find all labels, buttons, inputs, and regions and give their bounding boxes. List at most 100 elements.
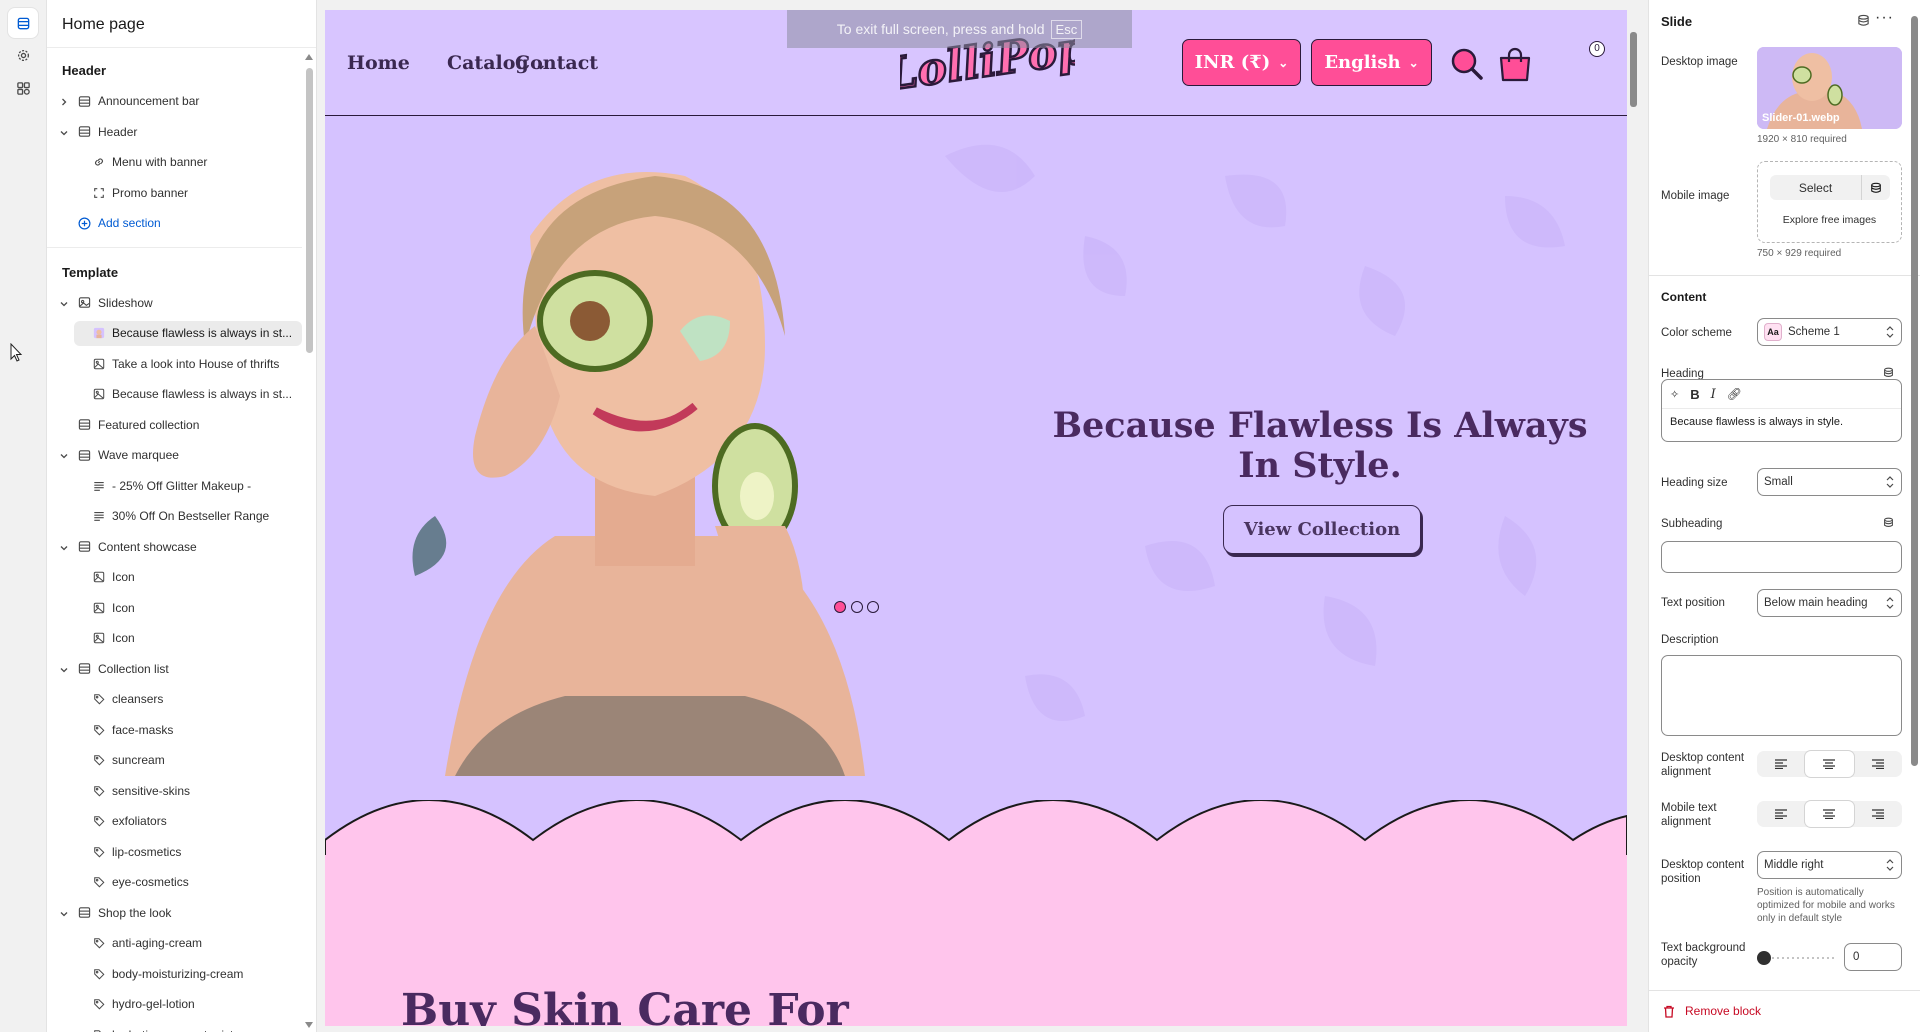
currency-selector[interactable]: INR (₹) ⌄	[1182, 39, 1301, 86]
sections-scrollbar[interactable]	[304, 48, 314, 1032]
sections-icon[interactable]	[8, 8, 38, 38]
tree-item[interactable]: suncream	[47, 745, 302, 776]
align-right-icon[interactable]	[1854, 751, 1902, 777]
view-collection-button[interactable]: View Collection	[1223, 505, 1421, 554]
slider-handle[interactable]	[1757, 951, 1771, 965]
tree-item[interactable]: hydrating-coconut-mist	[47, 1020, 302, 1032]
heading-text[interactable]: Because flawless is always in style.	[1662, 409, 1901, 435]
tree-item[interactable]: exfoliators	[47, 806, 302, 837]
chevron-down-icon[interactable]	[59, 127, 69, 137]
chevron-down-icon[interactable]	[59, 450, 69, 460]
text-position-select[interactable]: Below main heading	[1757, 589, 1902, 617]
scrollbar-thumb[interactable]	[1630, 32, 1637, 107]
chevron-down-icon[interactable]	[59, 908, 69, 918]
magic-icon[interactable]: ✧	[1670, 388, 1679, 401]
slide-dot[interactable]	[867, 601, 879, 613]
align-right-icon[interactable]	[1854, 801, 1902, 827]
italic-icon[interactable]: I	[1711, 387, 1716, 402]
scroll-down-arrow[interactable]	[305, 1022, 313, 1028]
slide-dot[interactable]	[850, 601, 863, 613]
language-value: English	[1324, 52, 1401, 73]
tree-item[interactable]: Icon	[47, 623, 302, 654]
scrollbar-thumb[interactable]	[306, 68, 313, 353]
desktop-image-picker[interactable]: Slider-01.webp	[1757, 47, 1902, 129]
heading-editor[interactable]: ✧ B I 🔗︎ Because flawless is always in s…	[1661, 379, 1902, 442]
tree-item[interactable]: Promo banner	[47, 178, 302, 209]
tree-item[interactable]: Wave marquee	[47, 440, 302, 471]
tree-item[interactable]: Collection list	[47, 654, 302, 685]
apps-icon[interactable]	[8, 73, 38, 103]
tree-item-label: Promo banner	[112, 185, 189, 200]
preview-scrollbar[interactable]	[1627, 10, 1640, 1026]
mobile-alignment-label: Mobile text alignment	[1661, 802, 1717, 828]
tree-item[interactable]: sensitive-skins	[47, 776, 302, 807]
tree-item-label: Wave marquee	[98, 448, 179, 463]
select-image-button[interactable]: Select	[1770, 175, 1890, 200]
bg-opacity-slider[interactable]	[1757, 951, 1837, 965]
bold-icon[interactable]: B	[1690, 387, 1699, 402]
bg-opacity-input[interactable]: 0	[1844, 943, 1902, 971]
tree-item[interactable]: face-masks	[47, 715, 302, 746]
color-scheme-select[interactable]: Aa Scheme 1	[1757, 318, 1902, 346]
subheading-input[interactable]	[1661, 541, 1902, 573]
tree-item[interactable]: Shop the look	[47, 898, 302, 929]
tree-item-label: anti-aging-cream	[112, 936, 203, 951]
tree-item-label: lip-cosmetics	[112, 844, 182, 859]
tree-item[interactable]: - 25% Off Glitter Makeup -	[47, 471, 302, 502]
more-options-icon[interactable]: ···	[1875, 9, 1894, 27]
tree-item[interactable]: cleansers	[47, 684, 302, 715]
scrollbar-thumb[interactable]	[1911, 16, 1918, 766]
tree-item[interactable]: anti-aging-cream	[47, 928, 302, 959]
tree-item[interactable]: Menu with banner	[47, 147, 302, 178]
explore-free-images-link[interactable]: Explore free images	[1758, 214, 1901, 226]
text-position-value: Below main heading	[1764, 597, 1868, 609]
database-icon[interactable]	[1883, 367, 1894, 378]
tree-item[interactable]: Slideshow	[47, 288, 302, 319]
desktop-image-hint: 1920 × 810 required	[1757, 134, 1847, 145]
tree-item[interactable]: Icon	[47, 593, 302, 624]
nav-contact-link[interactable]: Contact	[515, 52, 598, 74]
tree-item[interactable]: hydro-gel-lotion	[47, 989, 302, 1020]
tree-item[interactable]: Because flawless is always in st...	[47, 379, 302, 410]
align-left-icon[interactable]	[1757, 801, 1805, 827]
tree-item[interactable]: Announcement bar	[47, 86, 302, 117]
settings-scrollbar[interactable]	[1908, 0, 1920, 990]
scroll-up-arrow[interactable]	[305, 54, 313, 60]
chevron-down-icon[interactable]	[59, 542, 69, 552]
add-section-button[interactable]: Add section	[47, 208, 302, 239]
tree-item[interactable]: Because flawless is always in st...	[47, 318, 302, 349]
tree-item[interactable]: Featured collection	[47, 410, 302, 441]
remove-block-button[interactable]: Remove block	[1663, 1004, 1761, 1018]
database-icon[interactable]	[1862, 175, 1890, 200]
align-center-icon[interactable]	[1805, 801, 1854, 827]
heading-size-select[interactable]: Small	[1757, 468, 1902, 496]
tree-item[interactable]: Take a look into House of thrifts	[47, 349, 302, 380]
align-center-icon[interactable]	[1805, 751, 1854, 777]
chevron-down-icon[interactable]	[59, 298, 69, 308]
theme-settings-gear-icon[interactable]	[8, 40, 38, 70]
database-icon[interactable]	[1857, 14, 1870, 27]
tree-item[interactable]: Content showcase	[47, 532, 302, 563]
tree-item[interactable]: lip-cosmetics	[47, 837, 302, 868]
nav-home-link[interactable]: Home	[347, 52, 410, 74]
divider	[47, 246, 302, 248]
chevron-right-icon[interactable]	[59, 96, 69, 106]
description-input[interactable]	[1661, 655, 1902, 736]
tree-item[interactable]: eye-cosmetics	[47, 867, 302, 898]
tree-item[interactable]: Icon	[47, 562, 302, 593]
tree-item[interactable]: 30% Off On Bestseller Range	[47, 501, 302, 532]
chevron-down-icon[interactable]	[59, 664, 69, 674]
slide-dot[interactable]	[834, 601, 846, 613]
desktop-position-select[interactable]: Middle right	[1757, 851, 1902, 879]
database-icon[interactable]	[1883, 517, 1894, 528]
language-selector[interactable]: English ⌄	[1311, 39, 1432, 86]
tree-item[interactable]: Header	[47, 117, 302, 148]
search-icon[interactable]	[1447, 44, 1487, 84]
frame-icon	[92, 186, 106, 200]
link-icon[interactable]: 🔗︎	[1727, 387, 1742, 401]
tree-item[interactable]: body-moisturizing-cream	[47, 959, 302, 990]
desktop-alignment-control	[1757, 751, 1902, 777]
cart-bag-icon[interactable]	[1495, 44, 1535, 84]
tree-item-label: Because flawless is always in st...	[112, 326, 293, 341]
align-left-icon[interactable]	[1757, 751, 1805, 777]
